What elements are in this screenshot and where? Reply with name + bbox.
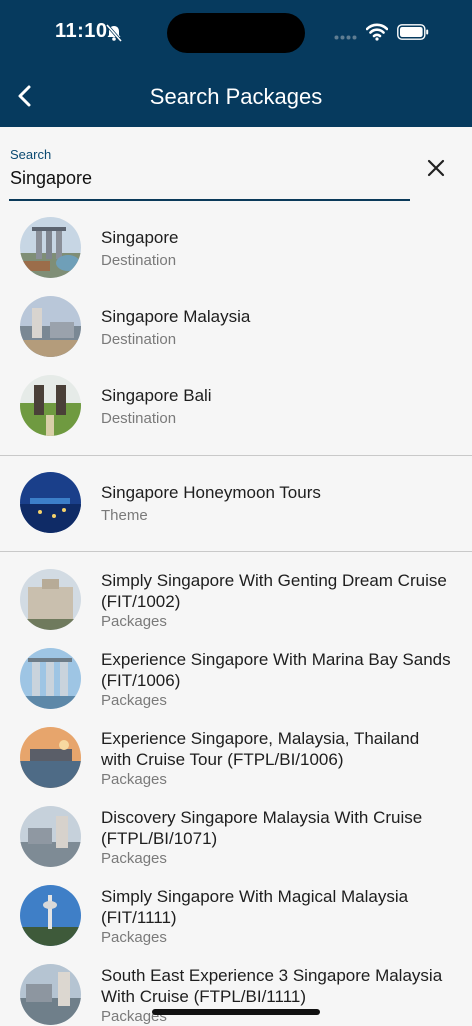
section-divider — [0, 551, 472, 552]
list-item[interactable]: Singapore Honeymoon Tours Theme — [0, 472, 472, 534]
destination-thumbnail — [20, 296, 81, 357]
result-type: Packages — [101, 692, 167, 709]
list-item[interactable]: Experience Singapore With Marina Bay San… — [0, 648, 472, 710]
result-type: Destination — [101, 331, 177, 348]
package-thumbnail — [20, 885, 81, 946]
result-title: Singapore Malaysia — [101, 307, 251, 326]
list-item[interactable]: Experience Singapore, Malaysia, Thailand… — [0, 727, 472, 789]
section-divider — [0, 455, 472, 456]
result-type: Theme — [101, 507, 148, 524]
result-type: Packages — [101, 929, 167, 946]
list-item[interactable]: Singapore Destination — [0, 217, 472, 279]
close-icon[interactable] — [426, 158, 446, 178]
list-item[interactable]: Simply Singapore With Magical Malaysia (… — [0, 885, 472, 947]
destination-thumbnail — [20, 217, 81, 278]
result-title: South East Experience 3 Singapore Malays… — [101, 966, 443, 1006]
result-type: Packages — [101, 771, 167, 788]
status-time: 11:10 — [55, 20, 108, 42]
search-input[interactable] — [10, 166, 406, 190]
signal-icon — [334, 35, 357, 40]
list-item[interactable]: Discovery Singapore Malaysia With Cruise… — [0, 806, 472, 868]
result-type: Destination — [101, 410, 177, 427]
search-label: Search — [10, 147, 52, 162]
result-title: Singapore Bali — [101, 386, 212, 405]
result-title: Experience Singapore With Marina Bay San… — [101, 650, 451, 690]
result-title: Simply Singapore With Genting Dream Crui… — [101, 571, 447, 611]
home-indicator[interactable] — [152, 1009, 320, 1015]
package-thumbnail — [20, 727, 81, 788]
result-title: Experience Singapore, Malaysia, Thailand… — [101, 729, 420, 769]
search-underline — [9, 199, 410, 201]
destination-thumbnail — [20, 375, 81, 436]
result-type: Destination — [101, 252, 177, 269]
wifi-icon — [366, 23, 388, 41]
result-type: Packages — [101, 850, 167, 867]
dynamic-island — [167, 13, 305, 53]
silent-bell-icon — [105, 24, 123, 42]
app-header: 11:10 Search Packages — [0, 0, 472, 127]
result-title: Singapore — [101, 228, 179, 247]
page-title: Search Packages — [149, 84, 323, 109]
list-item[interactable]: Singapore Malaysia Destination — [0, 296, 472, 358]
list-item[interactable]: South East Experience 3 Singapore Malays… — [0, 964, 472, 1026]
package-thumbnail — [20, 648, 81, 709]
result-title: Discovery Singapore Malaysia With Cruise… — [101, 808, 423, 848]
battery-icon — [397, 24, 429, 40]
result-type: Packages — [101, 613, 167, 630]
package-thumbnail — [20, 964, 81, 1025]
package-thumbnail — [20, 806, 81, 867]
result-title: Singapore Honeymoon Tours — [101, 483, 321, 502]
result-title: Simply Singapore With Magical Malaysia (… — [101, 887, 409, 927]
list-item[interactable]: Singapore Bali Destination — [0, 375, 472, 437]
package-thumbnail — [20, 569, 81, 630]
theme-thumbnail — [20, 472, 81, 533]
list-item[interactable]: Simply Singapore With Genting Dream Crui… — [0, 569, 472, 631]
